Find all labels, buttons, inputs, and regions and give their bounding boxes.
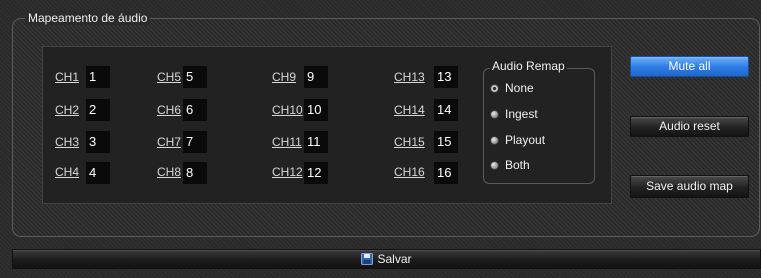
channel-value-ch12[interactable]: 12 bbox=[304, 162, 328, 184]
remap-option-ingest[interactable]: Ingest bbox=[490, 106, 538, 122]
channel-label-ch13[interactable]: CH13 bbox=[394, 66, 425, 88]
save-label: Salvar bbox=[377, 252, 412, 266]
radio-icon[interactable] bbox=[490, 160, 499, 170]
save-audio-map-button[interactable]: Save audio map bbox=[630, 175, 749, 198]
channel-value-ch14[interactable]: 14 bbox=[434, 99, 458, 121]
radio-icon[interactable] bbox=[490, 135, 499, 145]
channel-label-ch10[interactable]: CH10 bbox=[272, 99, 303, 121]
channel-value-ch6[interactable]: 6 bbox=[183, 99, 207, 121]
audio-reset-button[interactable]: Audio reset bbox=[630, 116, 749, 137]
channel-value-ch10[interactable]: 10 bbox=[304, 99, 328, 121]
audio-remap-title: Audio Remap bbox=[490, 59, 567, 73]
channel-label-ch1[interactable]: CH1 bbox=[55, 66, 79, 88]
channel-label-ch7[interactable]: CH7 bbox=[157, 131, 181, 153]
remap-option-label: None bbox=[505, 81, 534, 95]
channel-label-ch3[interactable]: CH3 bbox=[55, 131, 79, 153]
channel-label-ch11[interactable]: CH11 bbox=[272, 131, 302, 153]
save-button[interactable]: Salvar bbox=[12, 249, 761, 269]
remap-option-label: Ingest bbox=[505, 107, 538, 121]
channel-value-ch16[interactable]: 16 bbox=[434, 162, 458, 184]
remap-option-none[interactable]: None bbox=[490, 80, 534, 96]
channel-label-ch8[interactable]: CH8 bbox=[157, 161, 181, 183]
channel-label-ch9[interactable]: CH9 bbox=[272, 66, 296, 88]
mute-all-button[interactable]: Mute all bbox=[630, 56, 749, 77]
remap-option-label: Both bbox=[505, 158, 530, 172]
channel-value-ch3[interactable]: 3 bbox=[86, 131, 110, 153]
channel-value-ch1[interactable]: 1 bbox=[86, 66, 110, 88]
floppy-disk-icon bbox=[361, 253, 374, 265]
remap-option-playout[interactable]: Playout bbox=[490, 132, 545, 148]
channel-value-ch11[interactable]: 11 bbox=[304, 131, 328, 153]
channel-value-ch15[interactable]: 15 bbox=[434, 131, 458, 153]
channel-value-ch7[interactable]: 7 bbox=[183, 131, 207, 153]
channel-value-ch9[interactable]: 9 bbox=[304, 66, 328, 88]
channel-label-ch16[interactable]: CH16 bbox=[394, 161, 425, 183]
radio-selected-icon[interactable] bbox=[490, 83, 499, 93]
channel-value-ch2[interactable]: 2 bbox=[86, 99, 110, 121]
remap-option-label: Playout bbox=[505, 133, 546, 147]
channel-value-ch5[interactable]: 5 bbox=[183, 66, 207, 88]
channel-label-ch4[interactable]: CH4 bbox=[55, 161, 79, 183]
radio-icon[interactable] bbox=[490, 109, 499, 119]
channel-label-ch6[interactable]: CH6 bbox=[157, 99, 181, 121]
channel-label-ch14[interactable]: CH14 bbox=[394, 99, 425, 121]
section-title: Mapeamento de áudio bbox=[25, 11, 151, 25]
channel-label-ch15[interactable]: CH15 bbox=[394, 131, 425, 153]
channel-label-ch12[interactable]: CH12 bbox=[272, 161, 303, 183]
channel-label-ch5[interactable]: CH5 bbox=[157, 66, 181, 88]
remap-option-both[interactable]: Both bbox=[490, 157, 530, 173]
channel-value-ch4[interactable]: 4 bbox=[86, 162, 110, 184]
channel-value-ch13[interactable]: 13 bbox=[434, 66, 458, 88]
channel-value-ch8[interactable]: 8 bbox=[183, 162, 207, 184]
channel-label-ch2[interactable]: CH2 bbox=[55, 99, 79, 121]
